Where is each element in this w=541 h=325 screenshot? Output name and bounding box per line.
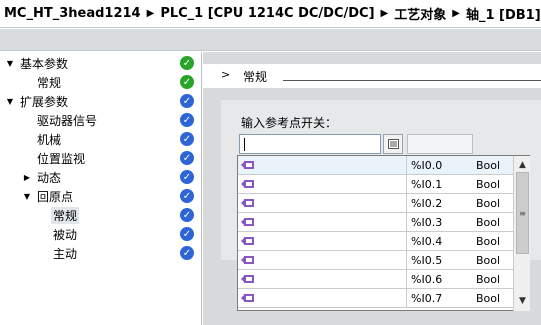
- expand-arrow-icon[interactable]: ▼: [5, 59, 15, 68]
- chevron-right-icon[interactable]: >: [221, 68, 230, 81]
- tree-item-homing[interactable]: ▼ 回原点 ✓: [0, 187, 202, 206]
- tree-item-label: 扩展参数: [20, 95, 69, 109]
- breadcrumb-plc[interactable]: PLC_1 [CPU 1214C DC/DC/DC]: [160, 6, 374, 21]
- list-item[interactable]: %I0.1 Bool: [238, 175, 513, 194]
- tag-address: %I0.7: [411, 292, 443, 305]
- list-item[interactable]: %I0.6 Bool: [238, 270, 513, 289]
- parameter-tree: ▼ 基本参数 ✓ 常规 ✓ ▼ 扩展参数 ✓ 驱动器信号 ✓ 机械 ✓ 位置监视…: [0, 52, 202, 325]
- list-item[interactable]: %I0.0 Bool: [238, 156, 513, 175]
- breadcrumb-separator-icon: ▶: [146, 8, 155, 19]
- tree-item-label: 驱动器信号: [37, 114, 98, 128]
- breadcrumb-axis[interactable]: 轴_1 [DB1]: [466, 4, 541, 23]
- breadcrumb: MC_HT_3head1214 ▶ PLC_1 [CPU 1214C DC/DC…: [0, 0, 541, 28]
- tag-address: %I0.6: [411, 273, 443, 286]
- tree-item-label: 机械: [37, 133, 62, 147]
- list-item[interactable]: %I0.5 Bool: [238, 251, 513, 270]
- tree-item-label: 主动: [53, 247, 78, 261]
- tree-item-homing-general[interactable]: 常规 ✓: [0, 206, 202, 225]
- tag-address: %I0.2: [411, 197, 443, 210]
- tree-item-label: 回原点: [37, 190, 74, 204]
- tree-item-basic-params[interactable]: ▼ 基本参数 ✓: [0, 54, 202, 73]
- section-title: 常规: [243, 70, 268, 84]
- tag-address: %I0.1: [411, 178, 443, 191]
- check-info-icon: ✓: [180, 113, 194, 127]
- plc-tag-icon: [241, 256, 254, 264]
- plc-tag-icon: [241, 275, 254, 283]
- check-ok-icon: ✓: [180, 75, 194, 89]
- section-header[interactable]: > 常规: [203, 64, 541, 88]
- scroll-thumb[interactable]: ≡: [516, 172, 529, 254]
- breadcrumb-project[interactable]: MC_HT_3head1214: [4, 6, 141, 21]
- check-info-icon: ✓: [180, 94, 194, 108]
- plc-tag-icon: [241, 237, 254, 245]
- list-item[interactable]: %I0.2 Bool: [238, 194, 513, 213]
- tag-type: Bool: [476, 292, 501, 305]
- tag-type: Bool: [476, 273, 501, 286]
- tree-item-dynamics[interactable]: ▶ 动态 ✓: [0, 168, 202, 187]
- check-info-icon: ✓: [180, 132, 194, 146]
- list-item[interactable]: %I0.3 Bool: [238, 213, 513, 232]
- tree-item-homing-active[interactable]: 主动 ✓: [0, 244, 202, 263]
- list-item[interactable]: %I0.7 Bool: [238, 289, 513, 308]
- tree-item-homing-passive[interactable]: 被动 ✓: [0, 225, 202, 244]
- expand-arrow-icon[interactable]: ▼: [5, 97, 15, 106]
- scroll-up-icon[interactable]: ▲: [515, 157, 530, 172]
- reference-switch-label: 输入参考点开关：: [241, 116, 338, 130]
- tag-type: Bool: [476, 178, 501, 191]
- tag-type: Bool: [476, 159, 501, 172]
- tag-type: Bool: [476, 254, 501, 267]
- level-select[interactable]: [407, 134, 473, 154]
- check-info-icon: ✓: [180, 189, 194, 203]
- section-divider: [283, 80, 541, 81]
- check-info-icon: ✓: [180, 151, 194, 165]
- text-caret: [244, 138, 245, 151]
- check-info-icon: ✓: [180, 170, 194, 184]
- tag-type: Bool: [476, 197, 501, 210]
- reference-switch-input[interactable]: [239, 134, 381, 154]
- toolbar-strip: [0, 29, 541, 51]
- check-info-icon: ✓: [180, 208, 194, 222]
- dropdown-scrollbar[interactable]: ▲ ≡ ▼: [513, 156, 530, 311]
- tree-item-label: 被动: [53, 228, 78, 242]
- tree-item-position-monitoring[interactable]: 位置监视 ✓: [0, 149, 202, 168]
- breadcrumb-separator-icon: ▶: [380, 8, 389, 19]
- scroll-down-icon[interactable]: ▼: [515, 293, 530, 308]
- check-info-icon: ✓: [180, 227, 194, 241]
- check-info-icon: ✓: [180, 246, 194, 260]
- plc-tag-icon: [241, 180, 254, 188]
- tree-item-label: 动态: [37, 171, 62, 185]
- tree-item-general[interactable]: 常规 ✓: [0, 73, 202, 92]
- tree-item-label: 常规: [51, 207, 80, 224]
- expand-arrow-icon[interactable]: ▶: [22, 173, 32, 182]
- tree-item-mechanics[interactable]: 机械 ✓: [0, 130, 202, 149]
- tag-address: %I0.4: [411, 235, 443, 248]
- breadcrumb-separator-icon: ▶: [452, 8, 460, 19]
- tree-item-extended-params[interactable]: ▼ 扩展参数 ✓: [0, 92, 202, 111]
- list-icon[interactable]: [383, 134, 403, 154]
- tree-item-label: 位置监视: [37, 152, 86, 166]
- tag-type: Bool: [476, 216, 501, 229]
- plc-tag-icon: [241, 218, 254, 226]
- tree-item-drive-signals[interactable]: 驱动器信号 ✓: [0, 111, 202, 130]
- expand-arrow-icon[interactable]: ▼: [22, 192, 32, 201]
- tag-dropdown-list[interactable]: %I0.0 Bool %I0.1 Bool %I0.2 Bool %I0.3 B…: [237, 155, 530, 311]
- check-ok-icon: ✓: [180, 56, 194, 70]
- plc-tag-icon: [241, 294, 254, 302]
- tag-address: %I0.0: [411, 159, 443, 172]
- tree-item-label: 基本参数: [20, 57, 69, 71]
- tag-type: Bool: [476, 235, 501, 248]
- breadcrumb-technology-objects[interactable]: 工艺对象: [394, 4, 446, 23]
- tree-item-label: 常规: [37, 76, 62, 90]
- plc-tag-icon: [241, 161, 254, 169]
- plc-tag-icon: [241, 199, 254, 207]
- tag-address: %I0.5: [411, 254, 443, 267]
- tag-address: %I0.3: [411, 216, 443, 229]
- list-item[interactable]: %I0.4 Bool: [238, 232, 513, 251]
- grip-icon: ≡: [519, 208, 526, 218]
